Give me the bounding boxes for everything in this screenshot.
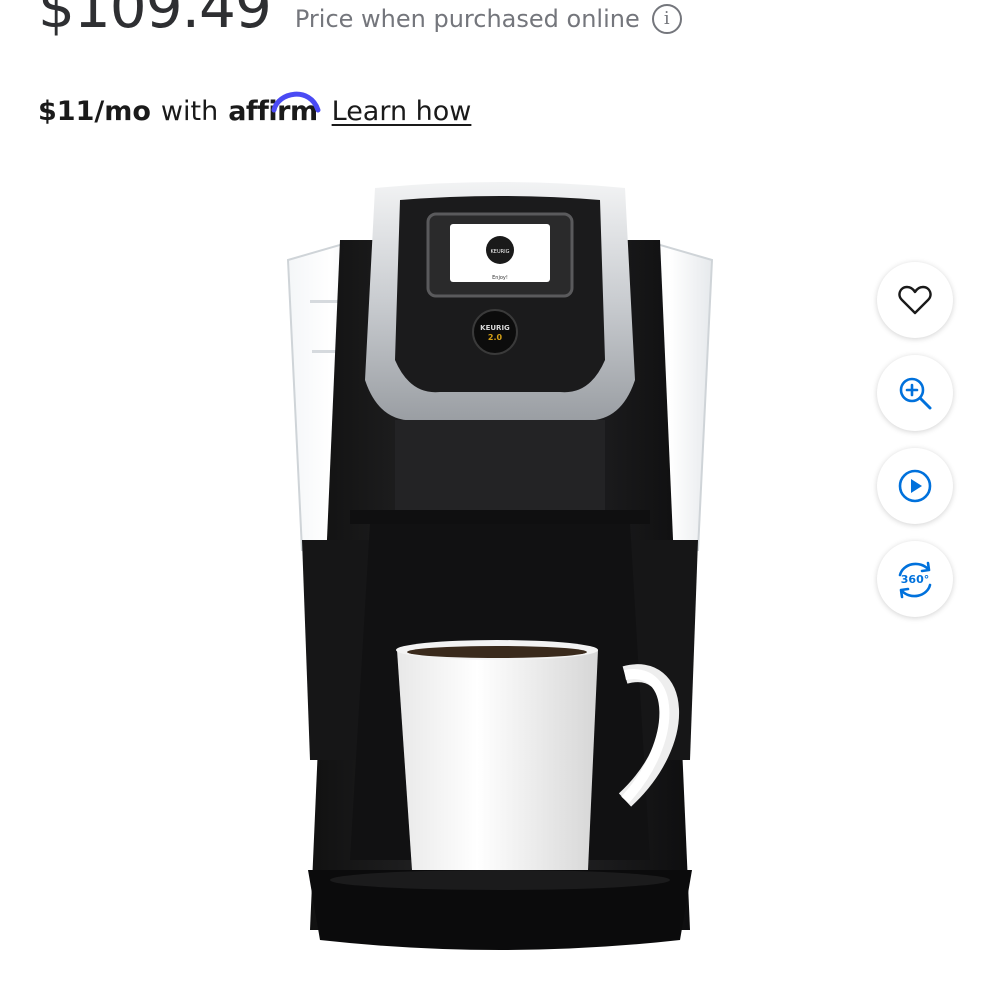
image-actions: 360° <box>877 262 953 617</box>
brew-button <box>472 309 518 355</box>
favorite-button[interactable] <box>877 262 953 338</box>
learn-how-link[interactable]: Learn how <box>332 96 472 127</box>
screen-brand-badge: KEURIG <box>491 249 510 255</box>
affirm-logo: affirm <box>228 91 321 127</box>
price-section: $109.49 Price when purchased online i <box>38 0 682 36</box>
monthly-payment: $11/mo <box>38 96 151 127</box>
heart-icon <box>898 285 932 315</box>
financing-with-text: with <box>160 96 219 127</box>
info-icon[interactable]: i <box>651 4 682 34</box>
product-image[interactable]: KEURIG Enjoy! KEURIG 2.0 <box>280 180 720 950</box>
rotate-360-icon: 360° <box>898 561 932 599</box>
product-price: $109.49 <box>38 0 272 41</box>
financing-row: $11/mo with affirm Learn how <box>38 91 472 127</box>
product-page: $109.49 Price when purchased online i $1… <box>0 0 1000 1000</box>
zoom-in-icon <box>899 377 932 410</box>
zoom-button[interactable] <box>877 355 953 431</box>
price-note-text: Price when purchased online <box>294 5 640 33</box>
screen-text: Enjoy! <box>492 275 508 281</box>
video-button[interactable] <box>877 448 953 524</box>
price-note: Price when purchased online i <box>295 4 682 34</box>
brew-button-brand: KEURIG <box>480 324 510 332</box>
brew-button-model: 2.0 <box>488 333 503 342</box>
play-icon <box>898 469 932 503</box>
rotate-360-label: 360° <box>901 573 929 586</box>
affirm-arc-icon <box>271 91 321 113</box>
view-360-button[interactable]: 360° <box>877 541 953 617</box>
